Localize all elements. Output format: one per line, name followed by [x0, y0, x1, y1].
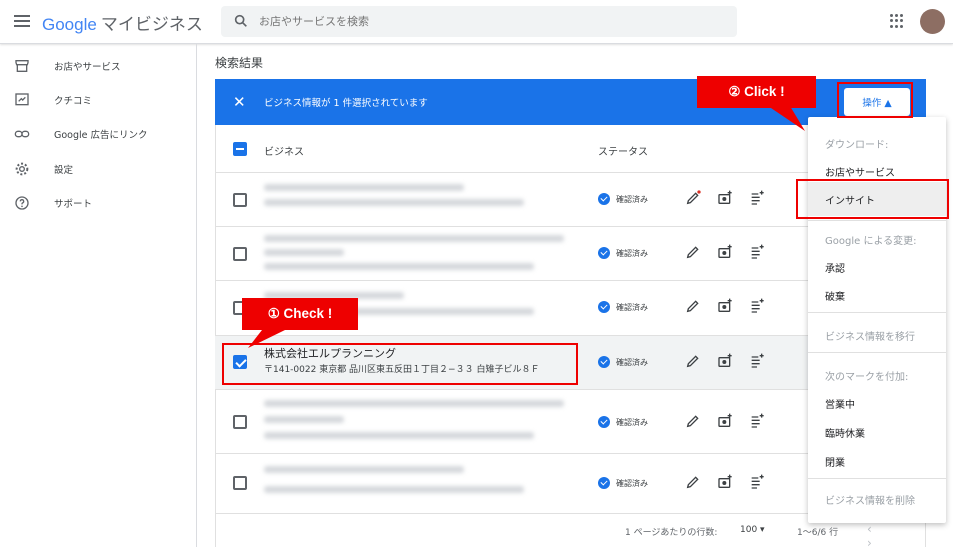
callout-check: ① Check ! — [242, 298, 358, 330]
callout-check-pointer — [248, 330, 285, 348]
callout-click: ② Click ! — [697, 76, 816, 108]
callout-click-pointer — [768, 106, 805, 131]
